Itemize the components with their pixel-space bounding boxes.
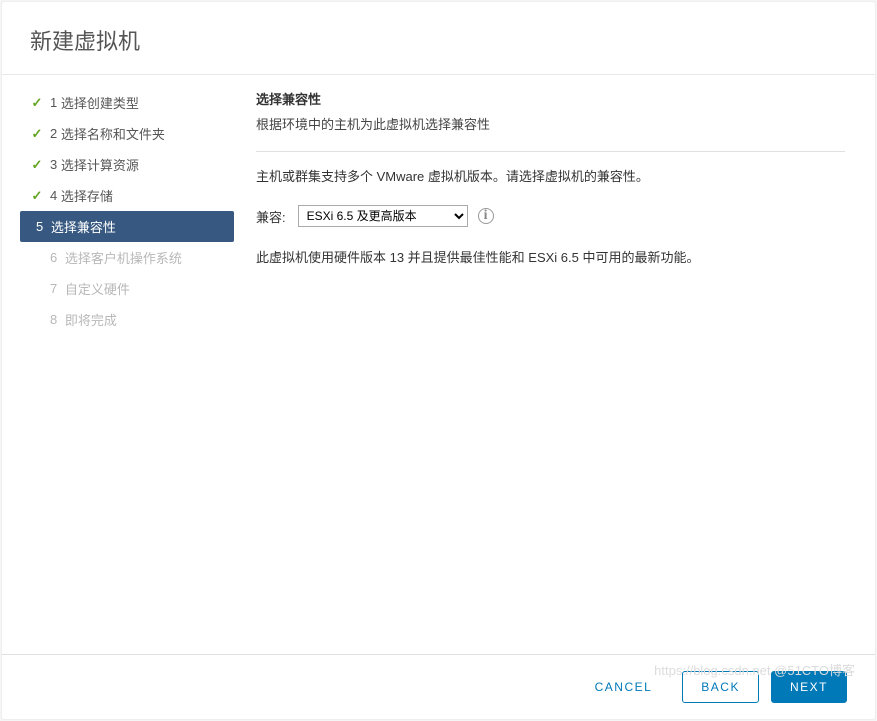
- panel-title: 选择兼容性: [256, 89, 845, 108]
- compat-label: 兼容:: [256, 207, 286, 226]
- step-num: 4: [50, 188, 57, 203]
- panel-description: 根据环境中的主机为此虚拟机选择兼容性: [256, 114, 845, 133]
- wizard-step-2[interactable]: ✓ 2 选择名称和文件夹: [2, 118, 242, 149]
- wizard-modal: 新建虚拟机 ✓ 1 选择创建类型 ✓ 2 选择名称和文件夹 ✓ 3 选择计算资源: [2, 2, 875, 719]
- divider: [256, 151, 845, 152]
- step-num: 6: [50, 250, 57, 265]
- wizard-step-5[interactable]: 5 选择兼容性: [20, 211, 234, 242]
- step-label: 选择客户机操作系统: [65, 248, 182, 267]
- wizard-step-7: 7 自定义硬件: [2, 273, 242, 304]
- step-label: 选择存储: [61, 186, 113, 205]
- modal-footer: CANCEL BACK NEXT: [2, 654, 875, 719]
- info-icon[interactable]: i: [478, 208, 494, 224]
- check-icon: ✓: [30, 96, 44, 110]
- modal-header: 新建虚拟机: [2, 2, 875, 74]
- step-num: 3: [50, 157, 57, 172]
- step-label: 选择兼容性: [51, 217, 116, 236]
- step-num: 8: [50, 312, 57, 327]
- wizard-step-3[interactable]: ✓ 3 选择计算资源: [2, 149, 242, 180]
- step-label: 即将完成: [65, 310, 117, 329]
- modal-body: ✓ 1 选择创建类型 ✓ 2 选择名称和文件夹 ✓ 3 选择计算资源 ✓ 4: [2, 74, 875, 654]
- compat-note: 此虚拟机使用硬件版本 13 并且提供最佳性能和 ESXi 6.5 中可用的最新功…: [256, 247, 845, 266]
- step-num: 7: [50, 281, 57, 296]
- next-button[interactable]: NEXT: [771, 671, 847, 703]
- wizard-step-1[interactable]: ✓ 1 选择创建类型: [2, 87, 242, 118]
- step-label: 选择计算资源: [61, 155, 139, 174]
- back-button[interactable]: BACK: [682, 671, 759, 703]
- step-label: 自定义硬件: [65, 279, 130, 298]
- wizard-nav: ✓ 1 选择创建类型 ✓ 2 选择名称和文件夹 ✓ 3 选择计算资源 ✓ 4: [2, 75, 242, 654]
- wizard-step-4[interactable]: ✓ 4 选择存储: [2, 180, 242, 211]
- step-num: 5: [36, 219, 43, 234]
- wizard-step-8: 8 即将完成: [2, 304, 242, 335]
- compat-row: 兼容: ESXi 6.5 及更高版本 i: [256, 205, 845, 227]
- main-panel: 选择兼容性 根据环境中的主机为此虚拟机选择兼容性 主机或群集支持多个 VMwar…: [242, 75, 875, 654]
- cancel-button[interactable]: CANCEL: [577, 671, 671, 703]
- compat-select[interactable]: ESXi 6.5 及更高版本: [298, 205, 468, 227]
- check-icon: ✓: [30, 189, 44, 203]
- step-label: 选择名称和文件夹: [61, 124, 165, 143]
- wizard-step-6: 6 选择客户机操作系统: [2, 242, 242, 273]
- step-num: 2: [50, 126, 57, 141]
- compat-info-text: 主机或群集支持多个 VMware 虚拟机版本。请选择虚拟机的兼容性。: [256, 166, 845, 185]
- check-icon: ✓: [30, 127, 44, 141]
- check-icon: ✓: [30, 158, 44, 172]
- modal-title: 新建虚拟机: [30, 24, 847, 56]
- step-label: 选择创建类型: [61, 93, 139, 112]
- step-num: 1: [50, 95, 57, 110]
